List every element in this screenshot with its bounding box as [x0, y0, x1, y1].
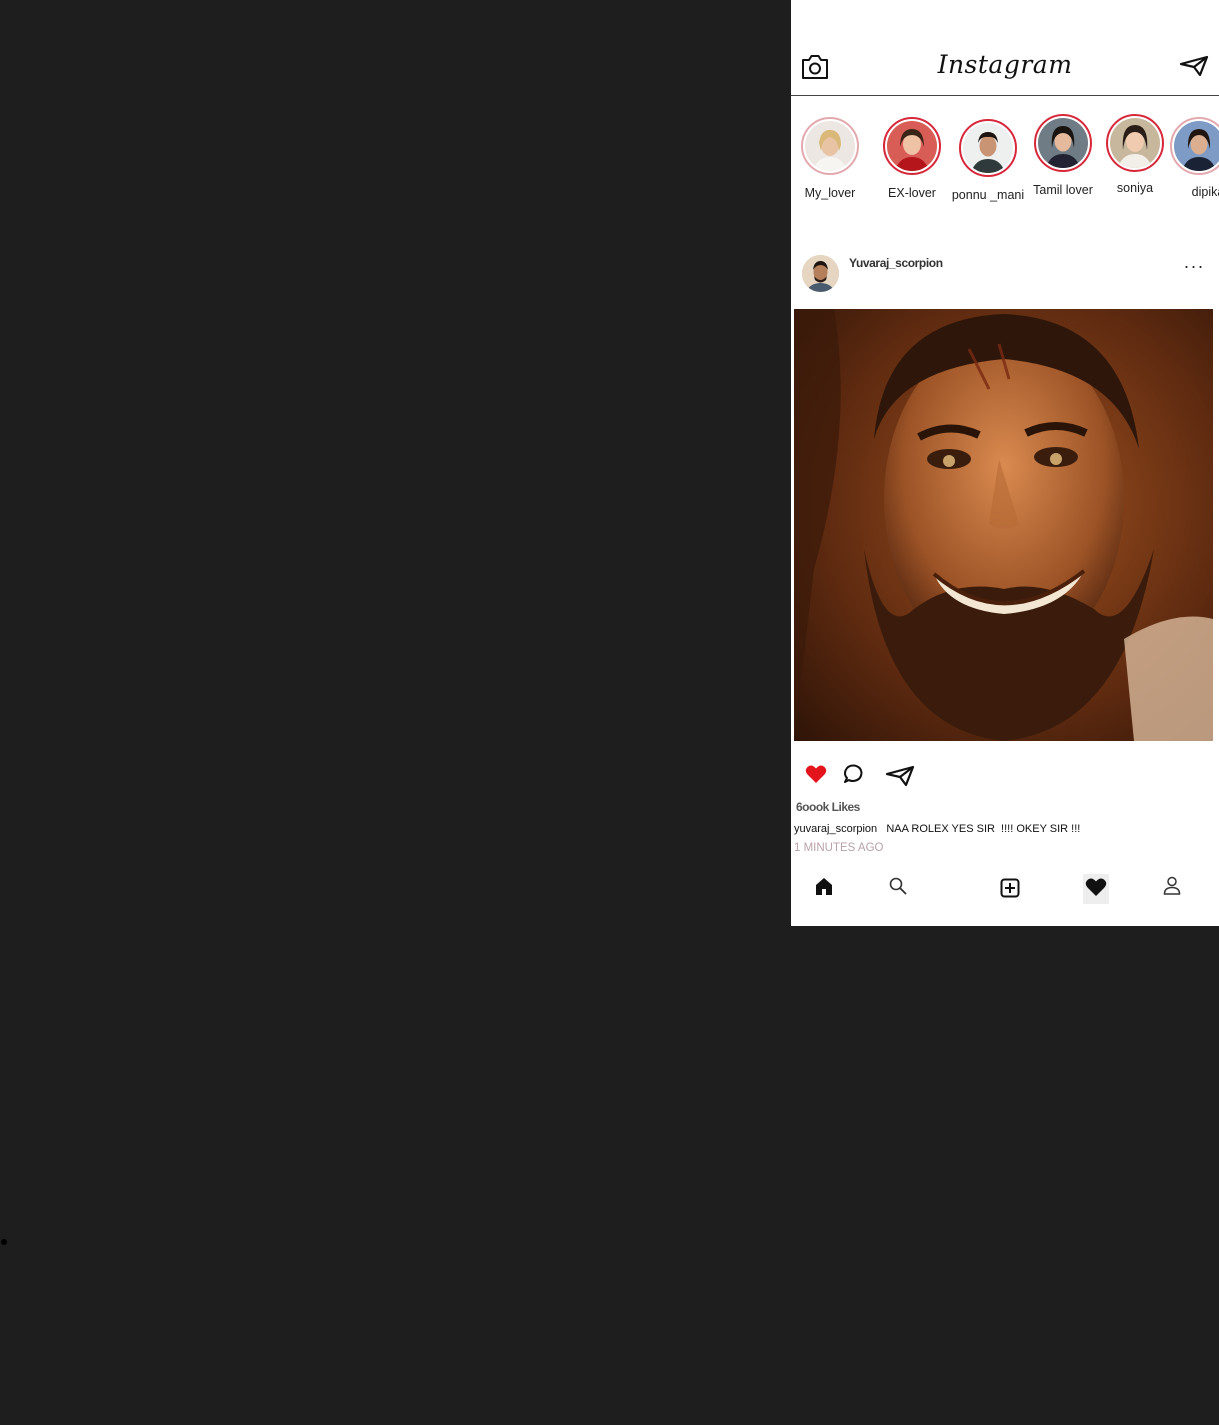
story-item[interactable]: My_lover — [791, 117, 870, 200]
post-caption: yuvaraj_scorpion NAA ROLEX YES SIR !!!! … — [794, 823, 1080, 835]
story-avatar — [1170, 117, 1219, 175]
caption-username[interactable]: yuvaraj_scorpion — [794, 823, 877, 835]
story-username: My_lover — [804, 186, 856, 200]
story-username: EX-lover — [888, 186, 936, 200]
instagram-logo: Instagram — [937, 50, 1073, 79]
heart-icon[interactable] — [1083, 874, 1109, 904]
add-post-icon[interactable] — [1000, 878, 1020, 903]
story-item[interactable]: ponnu _mani — [948, 119, 1028, 202]
search-icon[interactable] — [889, 877, 907, 900]
more-options-icon[interactable]: ... — [1184, 252, 1205, 273]
story-item[interactable]: Tamil lover — [1023, 114, 1103, 197]
story-username: dipika — [1191, 185, 1219, 199]
story-item[interactable]: dipika — [1159, 117, 1219, 199]
send-icon[interactable] — [1179, 55, 1209, 82]
post-image — [794, 309, 1213, 741]
story-item[interactable]: EX-lover — [872, 117, 952, 200]
story-username: Tamil lover — [1033, 183, 1093, 197]
heart-filled-icon[interactable] — [805, 764, 827, 789]
caption-text: NAA ROLEX YES SIR !!!! OKEY SIR !!! — [886, 823, 1081, 835]
story-username: ponnu _mani — [951, 188, 1025, 202]
post-avatar[interactable] — [802, 255, 839, 292]
likes-count: 6oook Likes — [796, 800, 860, 814]
list-bullet — [1, 1239, 7, 1245]
comment-icon[interactable] — [842, 763, 864, 790]
story-avatar — [1034, 114, 1092, 172]
home-icon[interactable] — [815, 877, 833, 901]
post-timestamp: 1 MINUTES AGO — [794, 842, 884, 854]
profile-icon[interactable] — [1163, 876, 1181, 900]
story-avatar — [801, 117, 859, 175]
post-username[interactable]: Yuvaraj_scorpion — [849, 256, 943, 270]
story-avatar — [883, 117, 941, 175]
instagram-phone-screen: Instagram My_lover EX-lover ponnu _mani … — [791, 0, 1219, 926]
story-avatar — [959, 119, 1017, 177]
story-avatar — [1106, 114, 1164, 172]
share-icon[interactable] — [885, 765, 915, 792]
top-bar: Instagram — [791, 44, 1219, 96]
